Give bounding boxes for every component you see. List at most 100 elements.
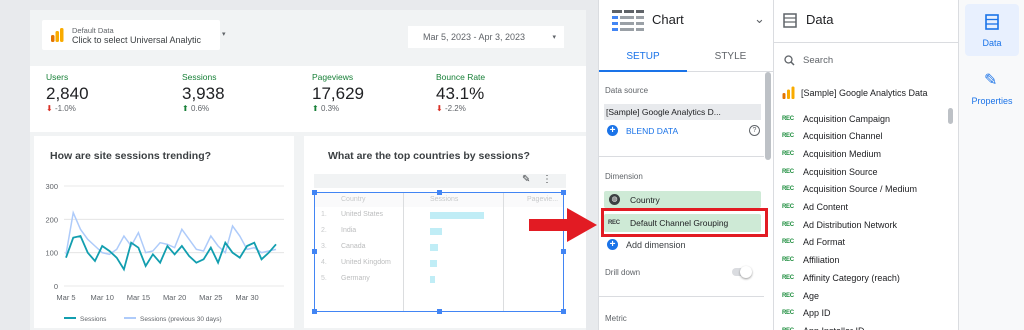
text-field-icon: REC xyxy=(782,150,794,157)
field-list-scrollbar[interactable] xyxy=(948,108,953,124)
tab-style[interactable]: STYLE xyxy=(687,42,774,72)
resize-handle[interactable] xyxy=(312,309,317,314)
table-cell-bar xyxy=(430,228,442,235)
blend-data-label: BLEND DATA xyxy=(626,125,679,136)
rail-properties-label: Properties xyxy=(971,96,1013,106)
resize-handle[interactable] xyxy=(437,190,442,195)
table-body: Country Sessions Pagevie... 1. United Sta… xyxy=(315,193,563,311)
field-item[interactable]: REC Ad Distribution Network xyxy=(782,216,897,233)
kpi-label: Sessions xyxy=(182,72,217,82)
data-control-subtitle: Click to select Universal Analytic xyxy=(72,34,202,45)
search-field[interactable]: Search xyxy=(778,50,954,70)
field-item[interactable]: REC Affinity Category (reach) xyxy=(782,269,900,286)
field-item[interactable]: REC Ad Format xyxy=(782,234,845,251)
data-control[interactable]: Default Data Click to select Universal A… xyxy=(42,20,226,50)
table-cell-bar xyxy=(430,244,439,251)
table-toolbar: ✎ ⋮ xyxy=(314,174,566,188)
field-item[interactable]: REC Ad Content xyxy=(782,199,848,216)
x-tick-label: Mar 10 xyxy=(91,293,114,302)
add-dimension-button[interactable]: + Add dimension xyxy=(607,239,686,250)
kpi-delta: 0.3% xyxy=(320,104,340,113)
table-cell-country: Canada xyxy=(341,243,366,250)
arrow-down-icon: ⬇ xyxy=(436,104,443,113)
date-range-control[interactable]: Mar 5, 2023 - Apr 3, 2023 ▾ xyxy=(408,26,564,48)
field-label: Acquisition Channel xyxy=(803,131,883,142)
kpi-value: 3,938 xyxy=(182,84,225,103)
field-item[interactable]: REC Age xyxy=(782,287,819,304)
trend-chart-card[interactable]: How are site sessions trending? 0 100 200 3… xyxy=(34,136,294,328)
text-field-icon: REC xyxy=(782,133,794,140)
table-row-number: 3. xyxy=(321,243,327,250)
field-item[interactable]: REC Affiliation xyxy=(782,252,839,269)
kpi-value: 17,629 xyxy=(312,84,364,103)
chart-panel-scrollbar[interactable] xyxy=(765,72,771,160)
text-field-icon: REC xyxy=(782,310,794,317)
edit-pencil-icon[interactable]: ✎ xyxy=(522,174,530,185)
field-item[interactable]: RECApp Installer ID xyxy=(782,322,865,330)
add-circle-icon: + xyxy=(607,125,618,136)
resize-handle[interactable] xyxy=(437,309,442,314)
table-cell-country: Germany xyxy=(341,275,370,282)
resize-handle[interactable] xyxy=(312,249,317,254)
field-item[interactable]: REC Acquisition Medium xyxy=(782,145,881,162)
kpi-pageviews[interactable]: Pageviews 17,629 ⬆ 0.3% xyxy=(312,72,364,113)
resize-handle[interactable] xyxy=(561,190,566,195)
y-tick-label: 300 xyxy=(45,182,58,191)
resize-handle[interactable] xyxy=(561,309,566,314)
rail-properties-button[interactable]: ✎ Properties xyxy=(963,64,1021,114)
table-header-pageviews: Pagevie... xyxy=(527,196,559,203)
metric-label: Metric xyxy=(605,314,627,323)
legend-label: Sessions (previous 30 days) xyxy=(140,316,222,323)
arrow-down-icon: ⬇ xyxy=(46,104,53,113)
x-tick-label: Mar 25 xyxy=(199,293,222,302)
report-canvas: Default Data Click to select Universal A… xyxy=(0,0,598,330)
tab-setup[interactable]: SETUP xyxy=(599,42,687,72)
data-source-name[interactable]: [Sample] Google Analytics Data xyxy=(782,86,928,100)
rail-data-button[interactable]: Data xyxy=(965,4,1019,56)
dimension-chip-label: Country xyxy=(630,194,660,205)
kpi-bounce-rate[interactable]: Bounce Rate 43.1% ⬇ -2.2% xyxy=(436,72,485,113)
countries-chart-title: What are the top countries by sessions? xyxy=(328,150,530,162)
dimension-chip-country[interactable]: ◍ Country xyxy=(604,191,761,208)
data-source-label: [Sample] Google Analytics Data xyxy=(801,88,928,98)
table-cell-country: United Kingdom xyxy=(341,259,391,266)
table-chart-icon xyxy=(612,10,644,31)
kpi-delta: -2.2% xyxy=(444,104,466,113)
resize-handle[interactable] xyxy=(312,190,317,195)
data-table-icon xyxy=(783,13,797,28)
field-label: Age xyxy=(803,290,820,301)
chevron-down-icon[interactable]: ⌄ xyxy=(754,11,765,27)
more-vert-icon[interactable]: ⋮ xyxy=(542,174,552,185)
kpi-sessions[interactable]: Sessions 3,938 ⬆ 0.6% xyxy=(182,72,225,113)
chart-properties-panel: Chart ⌄ SETUP STYLE Data source [Sample]… xyxy=(598,0,774,330)
field-item[interactable]: REC Acquisition Source / Medium xyxy=(782,181,917,198)
blend-data-button[interactable]: + BLEND DATA xyxy=(607,125,678,136)
table-cell-bar xyxy=(430,260,438,267)
analytics-logo-icon xyxy=(782,86,795,99)
chevron-down-icon: ▾ xyxy=(552,34,556,41)
kpi-row xyxy=(30,66,586,132)
field-label: Ad Content xyxy=(803,202,849,212)
data-source-selector[interactable]: [Sample] Google Analytics D... xyxy=(604,104,761,120)
text-field-icon: REC xyxy=(782,186,794,193)
resize-handle[interactable] xyxy=(561,249,566,254)
column-divider xyxy=(503,193,504,311)
kpi-users[interactable]: Users 2,840 ⬇ -1.0% xyxy=(46,72,89,113)
x-tick-label: Mar 15 xyxy=(127,293,150,302)
data-control-title: Default Data xyxy=(72,25,114,35)
divider xyxy=(599,156,764,157)
highlight-box xyxy=(601,208,768,237)
text-field-icon: REC xyxy=(782,221,794,228)
field-item[interactable]: REC Acquisition Campaign xyxy=(782,110,890,127)
field-item[interactable]: REC Acquisition Channel xyxy=(782,128,883,145)
data-panel: Data Search [Sample] Google Analytics Da… xyxy=(774,0,958,330)
field-item[interactable]: REC App ID xyxy=(782,305,831,322)
x-tick-label: Mar 20 xyxy=(163,293,186,302)
kpi-delta: -1.0% xyxy=(54,104,76,113)
drill-down-toggle[interactable] xyxy=(732,266,752,278)
help-icon[interactable]: ? xyxy=(749,125,760,136)
kpi-label: Bounce Rate xyxy=(436,72,486,82)
field-item[interactable]: REC Acquisition Source xyxy=(782,163,878,180)
table-header-sessions: Sessions xyxy=(430,196,459,203)
chart-panel-header[interactable]: Chart ⌄ xyxy=(599,0,774,42)
